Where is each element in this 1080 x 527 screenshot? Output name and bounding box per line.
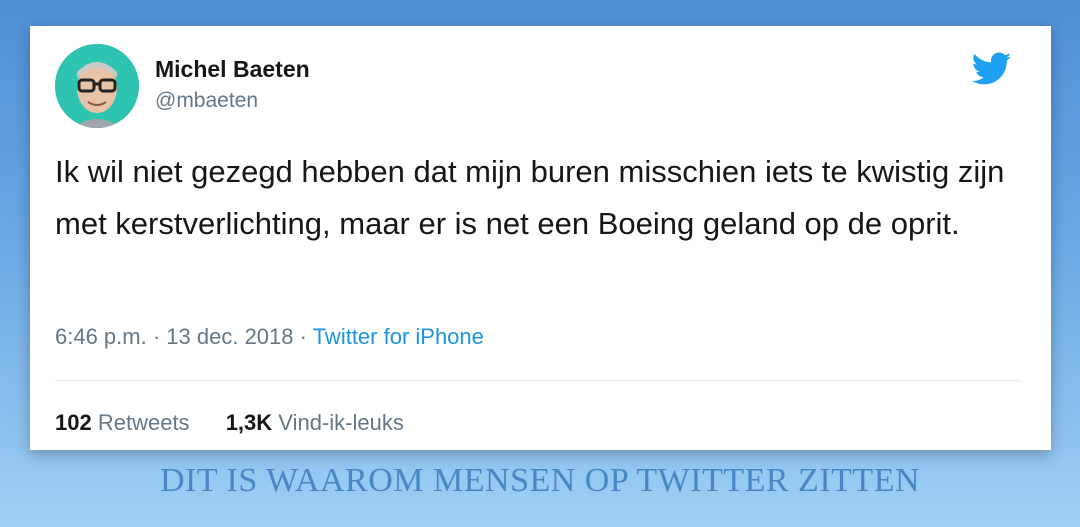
tweet-stats: 102 Retweets 1,3K Vind-ik-leuks — [55, 410, 434, 436]
tweet-time[interactable]: 6:46 p.m. — [55, 324, 147, 349]
likes-count: 1,3K — [225, 410, 273, 435]
avatar[interactable] — [55, 44, 139, 128]
retweets-label: Retweets — [97, 410, 190, 435]
author-name[interactable]: Michel Baeten — [155, 56, 310, 83]
likes-label: Vind-ik-leuks — [278, 410, 404, 435]
twitter-bird-icon[interactable] — [972, 52, 1012, 86]
retweets-count: 102 — [55, 410, 92, 435]
author-handle[interactable]: @mbaeten — [155, 89, 258, 113]
meta-separator: · — [299, 324, 307, 349]
tweet-card: Michel Baeten @mbaeten Ik wil niet gezeg… — [30, 26, 1051, 450]
likes-stat[interactable]: 1,3K Vind-ik-leuks — [226, 410, 404, 436]
tweet-date[interactable]: 13 dec. 2018 — [166, 324, 293, 349]
meme-caption: DIT IS WAAROM MENSEN OP TWITTER ZITTEN — [159, 462, 921, 499]
retweets-stat[interactable]: 102 Retweets — [55, 410, 190, 436]
divider — [55, 380, 1021, 381]
tweet-text: Ik wil niet gezegd hebben dat mijn buren… — [55, 154, 1005, 241]
cartoon-avatar-icon — [55, 44, 139, 128]
tweet-source-link[interactable]: Twitter for iPhone — [313, 324, 484, 349]
tweet-meta: 6:46 p.m. · 13 dec. 2018 · Twitter for i… — [55, 324, 484, 350]
meta-separator: · — [152, 324, 161, 349]
